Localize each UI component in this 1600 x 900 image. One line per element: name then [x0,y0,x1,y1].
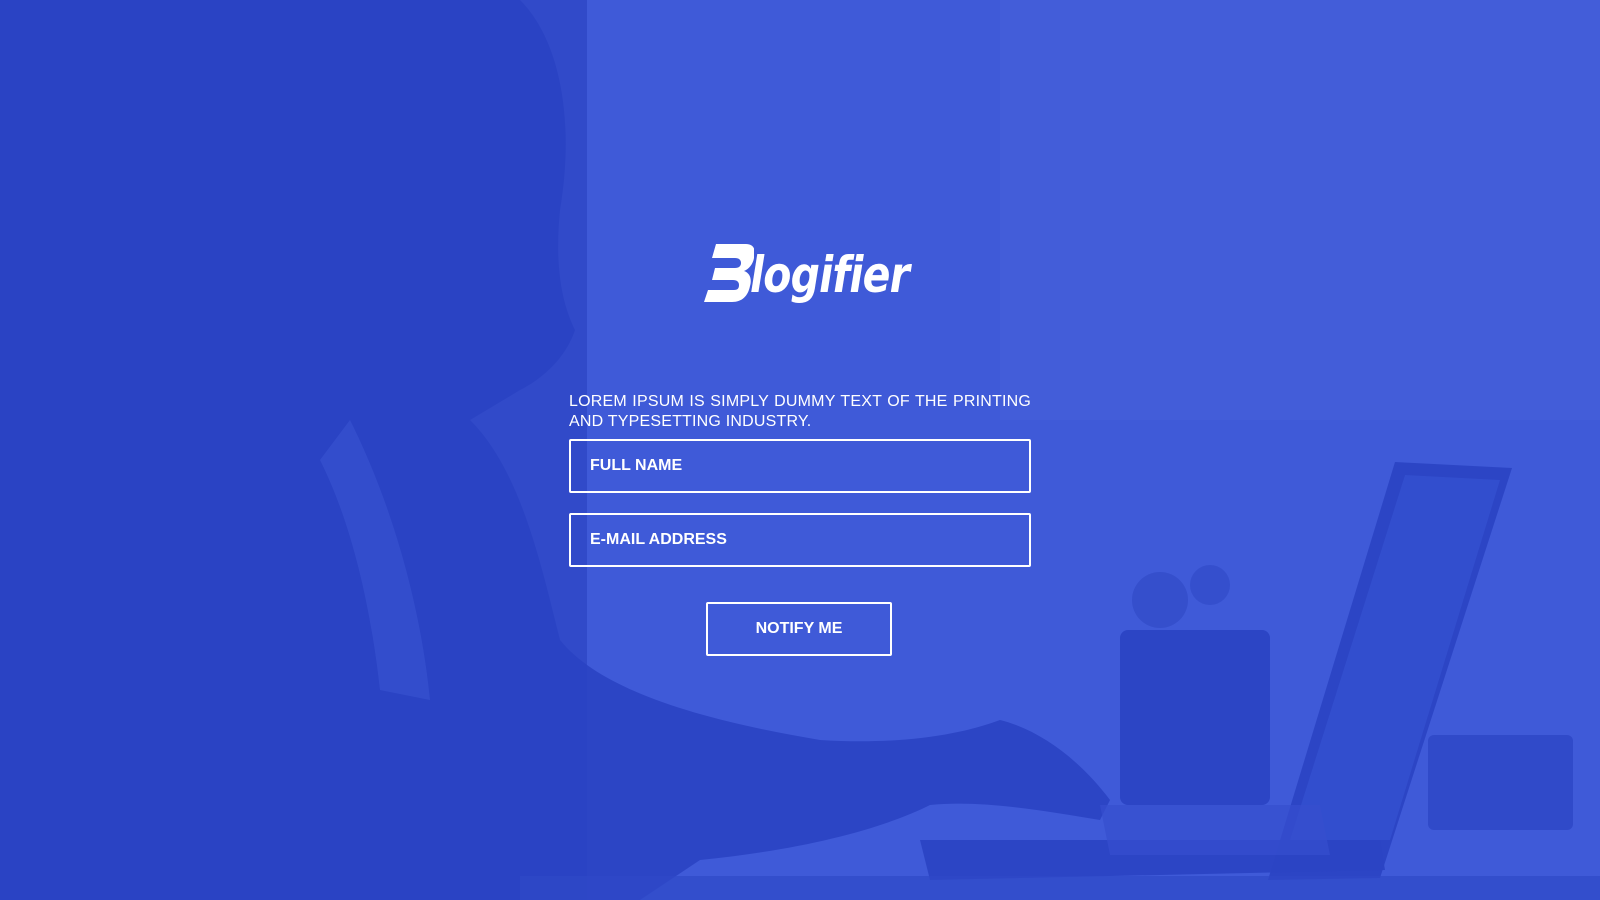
notify-me-button[interactable]: NOTIFY ME [706,602,892,656]
page-tagline: LOREM IPSUM IS SIMPLY DUMMY TEXT OF THE … [569,393,1031,430]
b-logo-icon [704,244,754,302]
brand-logo: logifier [704,240,910,314]
brand-wordmark: logifier [750,246,910,304]
signup-content: logifier LOREM IPSUM IS SIMPLY DUMMY TEX… [0,0,1600,900]
full-name-input[interactable] [569,439,1031,493]
signup-page: logifier LOREM IPSUM IS SIMPLY DUMMY TEX… [0,0,1600,900]
email-input[interactable] [569,513,1031,567]
